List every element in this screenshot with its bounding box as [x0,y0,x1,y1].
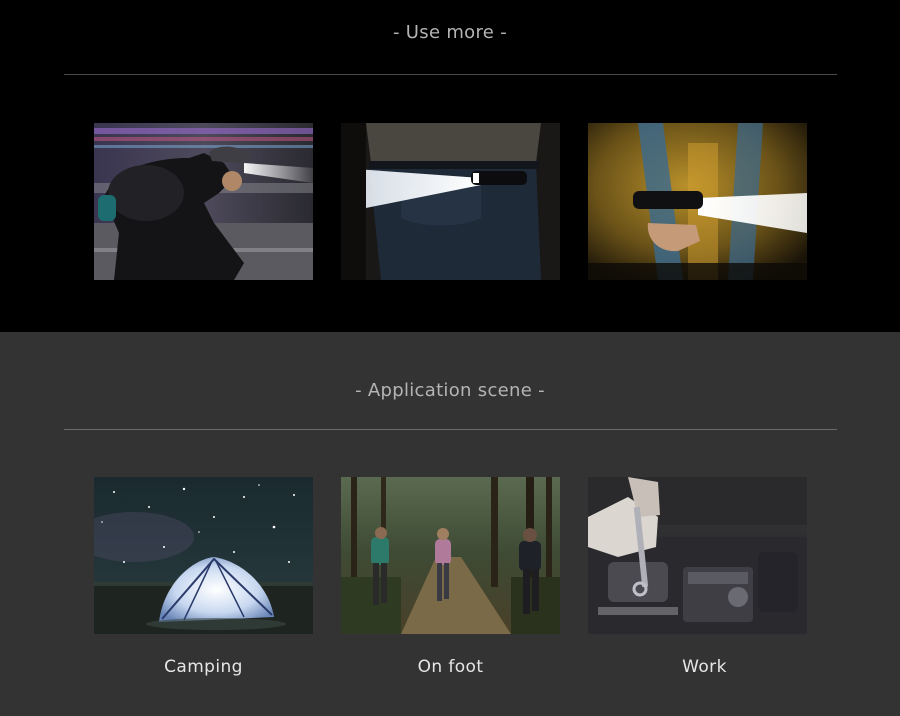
use-more-heading: - Use more - [392,22,507,43]
caption-camping: Camping [164,657,243,677]
application-scene-divider [64,429,837,430]
application-scene-section: - Application scene - Camping On foot Wo… [0,332,900,716]
use-more-section: - Use more - [0,0,900,332]
caption-work: Work [682,657,727,677]
application-scene-heading: - Application scene - [355,380,545,401]
flashlight-belt-photo [341,123,560,280]
use-more-divider [64,74,837,75]
hiking-trail-photo [341,477,560,634]
camping-tent-photo [94,477,313,634]
flashlight-backpack-photo [588,123,807,280]
caption-on-foot: On foot [417,657,484,677]
cyclist-headlamp-photo [94,123,313,280]
engine-repair-photo [588,477,807,634]
